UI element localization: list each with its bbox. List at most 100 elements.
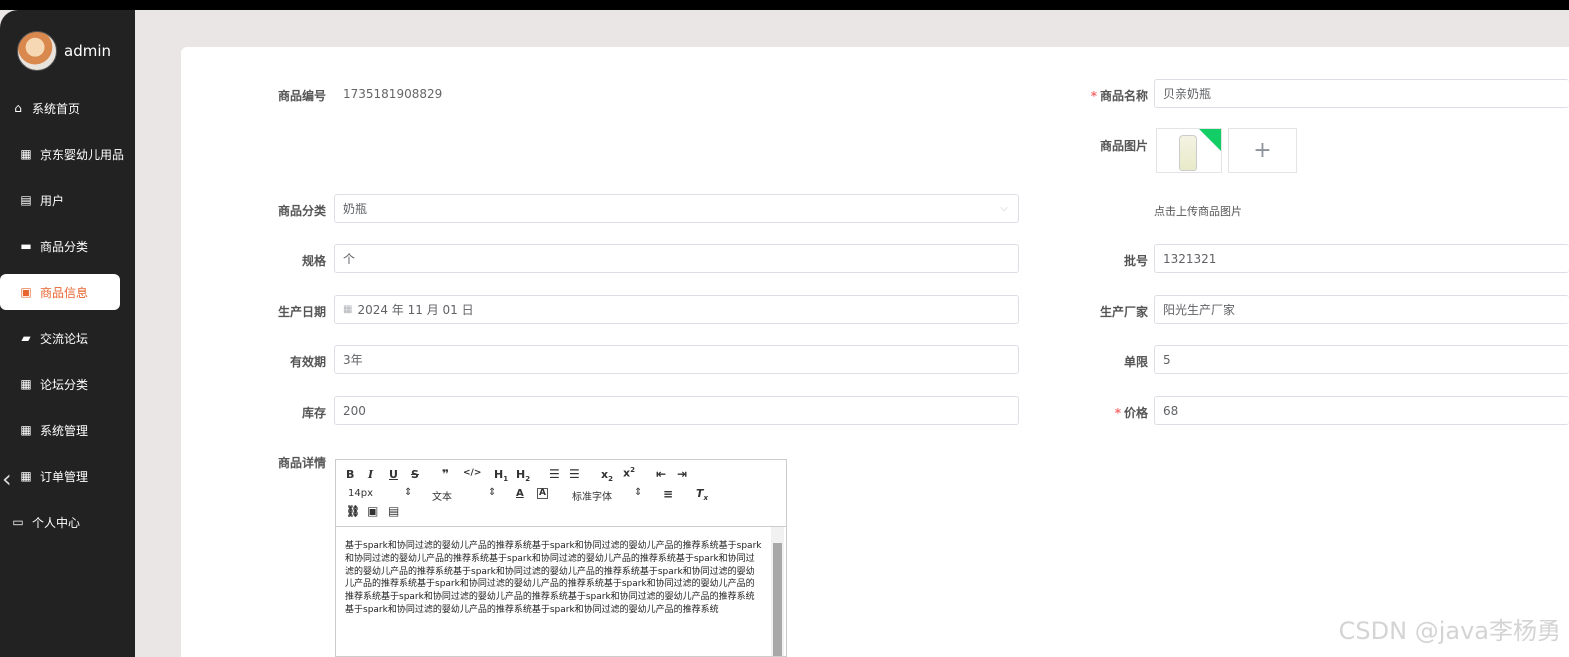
subscript-icon[interactable]: x2 xyxy=(601,468,613,483)
price-input[interactable]: 68 xyxy=(1154,396,1569,425)
maker-label: 生产厂家 xyxy=(1099,305,1148,319)
product-image-thumbnail[interactable] xyxy=(1156,128,1222,173)
spec-input[interactable]: 个 xyxy=(334,244,1019,273)
align-icon[interactable]: ≡ xyxy=(663,487,673,501)
underline-icon[interactable]: U xyxy=(389,468,398,481)
spec-label: 规格 xyxy=(301,254,326,268)
category-select[interactable]: 奶瓶 ⌵ xyxy=(334,194,1019,223)
thumb-icon: ▰ xyxy=(21,331,31,345)
grid-icon: ▦ xyxy=(20,377,32,391)
sidebar-item-label: 系统管理 xyxy=(40,423,89,438)
price-label: * 价格 xyxy=(1076,404,1148,421)
blockquote-icon[interactable]: ❞ xyxy=(442,467,449,481)
required-mark: * xyxy=(1090,89,1097,103)
sidebar: admin ⌂ 系统首页 ▦ 京东婴幼儿用品 ▤ 用户 ▬ 商品分类 ▣ 商品信息 ▰ 交流… xyxy=(0,10,135,657)
strikethrough-icon[interactable]: S xyxy=(411,468,419,481)
sidebar-item-label: 订单管理 xyxy=(40,469,89,484)
avatar[interactable] xyxy=(17,31,57,71)
bold-icon[interactable]: B xyxy=(346,468,354,481)
sidebar-item-label: 论坛分类 xyxy=(40,377,89,392)
chevron-down-icon: ⌵ xyxy=(1000,203,1008,214)
code-block-icon[interactable]: </> xyxy=(463,468,481,478)
sidebar-item-forum-categories[interactable]: ▦ 论坛分类 xyxy=(0,366,155,402)
font-family-arrows-icon: ⇕ xyxy=(634,487,643,498)
sidebar-item-home[interactable]: ⌂ 系统首页 xyxy=(0,90,147,126)
sidebar-item-categories[interactable]: ▬ 商品分类 xyxy=(0,228,155,264)
calendar-icon: ▦ xyxy=(343,304,353,315)
sidebar-item-label: 系统首页 xyxy=(32,101,81,116)
home-icon: ⌂ xyxy=(14,101,22,115)
text-color-icon[interactable]: A xyxy=(516,488,524,499)
sidebar-item-profile[interactable]: ▭ 个人中心 xyxy=(0,504,147,540)
sidebar-item-users[interactable]: ▤ 用户 xyxy=(0,182,155,218)
editor-scrollbar[interactable] xyxy=(771,527,784,656)
stock-input[interactable]: 200 xyxy=(334,396,1019,425)
category-value: 奶瓶 xyxy=(343,202,368,216)
category-label: 商品分类 xyxy=(277,204,326,218)
detail-label: 商品详情 xyxy=(277,456,326,470)
code-value: 1735181908829 xyxy=(343,87,443,101)
image-icon[interactable]: ▣ xyxy=(367,504,378,518)
date-picker[interactable]: ▦ 2024 年 11 月 01 日 xyxy=(334,295,1019,324)
name-label: * 商品名称 xyxy=(1076,87,1148,104)
name-input[interactable]: 贝亲奶瓶 xyxy=(1154,79,1569,108)
scrollbar-thumb[interactable] xyxy=(773,543,782,656)
name-label-text: 商品名称 xyxy=(1099,89,1148,103)
stock-label: 库存 xyxy=(301,406,326,420)
batch-label: 批号 xyxy=(1123,254,1148,268)
font-size-arrows-icon: ⇕ xyxy=(404,487,413,498)
top-bar xyxy=(0,0,1569,10)
sidebar-item-orders[interactable]: ▦ 订单管理 xyxy=(0,458,155,494)
sidebar-item-label: 京东婴幼儿用品 xyxy=(40,147,125,162)
heading1-icon[interactable]: H1 xyxy=(494,468,508,483)
clear-format-icon[interactable]: Tx xyxy=(696,487,708,502)
link-icon[interactable]: ⛓ xyxy=(346,505,360,518)
header-arrows-icon: ⇕ xyxy=(488,487,497,498)
chart-icon: ▤ xyxy=(20,193,32,207)
ordered-list-icon[interactable]: ☰ xyxy=(549,467,560,481)
ticket-icon: ▬ xyxy=(20,239,32,253)
editor-toolbar: B I U S ❞ </> H1 H2 ☰ ☰ x2 x2 ⇤ ⇥ 14px ⇕… xyxy=(336,460,786,527)
bullet-list-icon[interactable]: ☰ xyxy=(569,467,580,481)
plus-icon: + xyxy=(1253,138,1272,163)
grid-icon: ▦ xyxy=(20,469,32,483)
upload-hint: 点击上传商品图片 xyxy=(1154,205,1242,218)
sidebar-item-system[interactable]: ▦ 系统管理 xyxy=(0,412,155,448)
clipboard-icon: ▣ xyxy=(20,285,32,299)
image-label: 商品图片 xyxy=(1099,139,1148,153)
validity-input[interactable]: 3年 xyxy=(334,345,1019,374)
user-name: admin xyxy=(64,42,111,60)
sidebar-item-forum[interactable]: ▰ 交流论坛 xyxy=(0,320,155,356)
date-value: 2024 年 11 月 01 日 xyxy=(357,303,474,317)
price-label-text: 价格 xyxy=(1123,406,1148,420)
indent-icon[interactable]: ⇥ xyxy=(677,467,687,481)
rich-text-editor: B I U S ❞ </> H1 H2 ☰ ☰ x2 x2 ⇤ ⇥ 14px ⇕… xyxy=(335,459,787,657)
sidebar-item-product-info[interactable]: ▣ 商品信息 xyxy=(0,274,120,310)
code-label: 商品编号 xyxy=(277,89,326,103)
video-icon[interactable]: ▤ xyxy=(388,504,399,518)
grid-icon: ▦ xyxy=(20,147,32,161)
background-color-icon[interactable]: A xyxy=(537,488,548,499)
maker-input[interactable]: 阳光生产厂家 xyxy=(1154,295,1569,324)
validity-label: 有效期 xyxy=(289,355,326,369)
batch-input[interactable]: 1321321 xyxy=(1154,244,1569,273)
italic-icon[interactable]: I xyxy=(368,468,373,481)
success-corner-badge xyxy=(1199,129,1221,151)
outdent-icon[interactable]: ⇤ xyxy=(656,467,666,481)
sidebar-item-label: 交流论坛 xyxy=(40,331,89,346)
limit-input[interactable]: 5 xyxy=(1154,345,1569,374)
profile-icon: ▭ xyxy=(12,515,24,529)
font-family-select[interactable]: 标准字体 xyxy=(572,488,612,503)
superscript-icon[interactable]: x2 xyxy=(623,466,635,480)
required-mark: * xyxy=(1114,406,1121,420)
editor-content[interactable]: 基于spark和协同过滤的婴幼儿产品的推荐系统基于spark和协同过滤的婴幼儿产… xyxy=(345,540,763,617)
font-size-select[interactable]: 14px xyxy=(348,488,373,499)
chevron-left-icon[interactable]: ‹ xyxy=(2,465,12,493)
sidebar-item-label: 个人中心 xyxy=(32,515,81,530)
watermark: CSDN @java李杨勇 xyxy=(1338,617,1561,645)
user-info[interactable]: admin xyxy=(17,31,111,71)
upload-image-button[interactable]: + xyxy=(1228,128,1297,173)
header-select[interactable]: 文本 xyxy=(432,488,452,503)
sidebar-item-products-home[interactable]: ▦ 京东婴幼儿用品 xyxy=(0,136,155,172)
heading2-icon[interactable]: H2 xyxy=(516,468,530,483)
